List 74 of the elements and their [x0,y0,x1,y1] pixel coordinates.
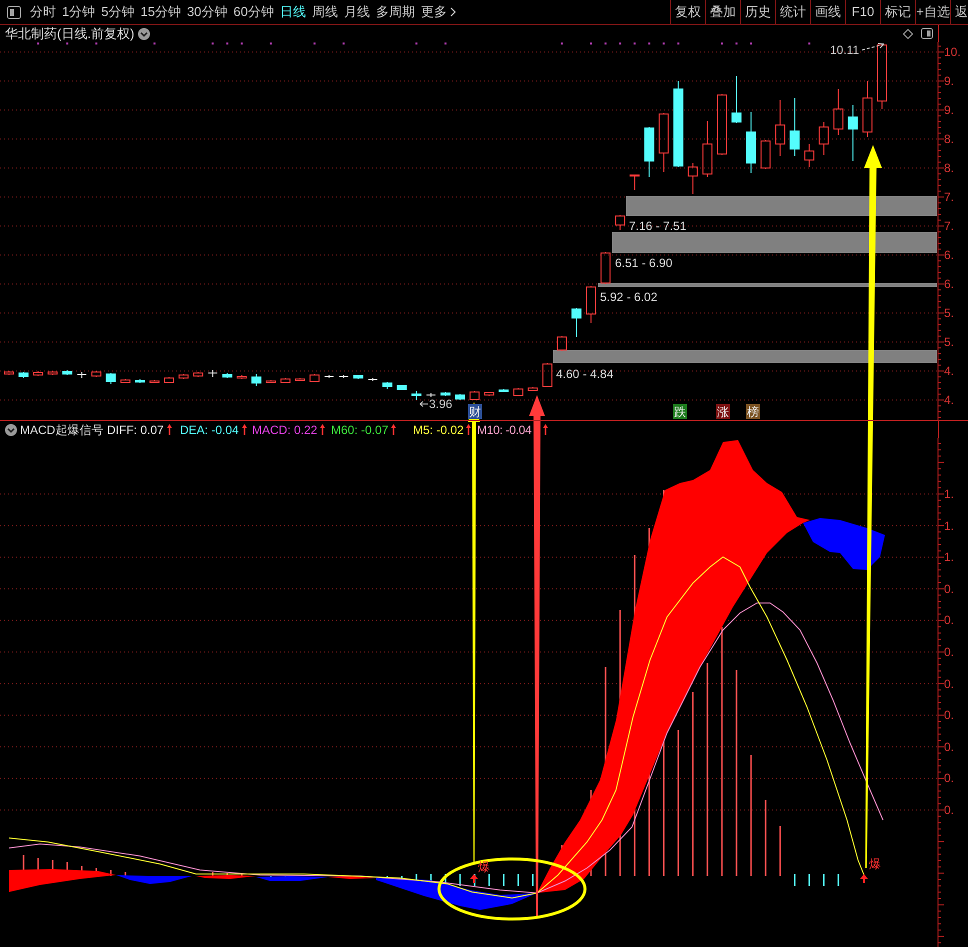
low-price-label: 3.96 [429,398,452,410]
axis-label: 8. [944,162,954,174]
toolbar-button[interactable]: F10 [845,0,880,24]
axis-label: 7. [944,220,954,232]
panel-toggle-icon[interactable] [921,28,933,39]
axis-label: 0. [944,678,954,690]
axis-label: 0. [944,709,954,722]
toolbar-button[interactable]: 返 [950,0,968,24]
up-arrow-icon [470,874,478,883]
chart-tag[interactable]: 涨 [716,404,730,419]
axis-label: 0. [944,740,954,753]
axis-label: 1. [944,520,954,532]
toolbar-button[interactable]: 复权 [670,0,705,24]
period-tab[interactable]: 月线 [340,0,373,24]
axis-label: 6. [944,278,954,290]
period-tab[interactable]: 5分钟 [98,0,138,24]
axis-label: 1. [944,488,954,500]
axis-label: 1. [944,551,954,564]
axis-label: 5. [944,307,954,319]
axis-label: 4. [944,365,954,377]
toolbar-button[interactable]: 画线 [810,0,845,24]
toolbar-button[interactable]: 历史 [740,0,775,24]
toolbar-button[interactable]: 标记 [880,0,915,24]
indicator-value: M5: -0.02 [413,422,464,436]
axis-label: 5. [944,336,954,348]
period-tab[interactable]: 日线 [276,0,309,24]
indicator-value: DIFF: 0.07 [107,422,164,436]
high-price-label: 10.11 [830,44,860,56]
toolbar-button[interactable]: 统计 [775,0,810,24]
axis-label: 0. [944,614,954,626]
signal-label: 爆 [478,861,490,874]
diamond-icon[interactable] [903,28,913,38]
period-tab[interactable]: 15分钟 [137,0,184,24]
leader-arrow [420,401,428,407]
period-tab[interactable]: 多周期 [372,0,418,24]
axis-label: 4. [944,394,954,406]
indicator-value: M60: -0.07 [331,422,388,436]
chevron-right-icon [450,7,456,17]
chart-tag[interactable]: 榜 [746,404,760,419]
zone-label: 5.92 - 6.02 [600,291,658,303]
period-tab[interactable]: 分时 [27,0,59,24]
axis-label: 0. [944,772,954,784]
axis-label: 9. [944,75,954,87]
axis-label: 0. [944,804,954,816]
axis-label: 8. [944,133,954,145]
indicator-name: MACD起爆信号 [20,422,104,436]
axis-label: 0. [944,646,954,658]
indicator-value: DEA: -0.04 [180,422,239,436]
signal-label: 爆 [869,858,881,871]
axis-label: 7. [944,191,954,203]
axis-label: 10. [944,46,961,58]
period-tab[interactable]: 更多 [418,0,459,24]
zone-label: 7.16 - 7.51 [629,220,686,232]
axis-label: 9. [944,104,954,116]
indicator-value: M10: -0.04 [477,422,532,436]
period-tab[interactable]: 周线 [308,0,341,24]
chart-tag[interactable]: 财 [468,404,482,419]
up-arrow-icon [860,874,868,883]
period-tab[interactable]: 60分钟 [230,0,277,24]
sidebar-toggle-icon[interactable] [6,6,20,18]
zone-label: 4.60 - 4.84 [556,368,614,380]
dropdown-icon[interactable] [5,424,17,436]
leader-arrow [862,43,884,50]
zone-label: 6.51 - 6.90 [615,257,672,269]
period-tab[interactable]: 1分钟 [59,0,98,24]
axis-label: 0. [944,582,954,595]
indicator-value: MACD: 0.22 [252,422,318,436]
toolbar-button[interactable]: +自选 [915,0,950,24]
toolbar-button[interactable]: 叠加 [705,0,740,24]
period-tab[interactable]: 30分钟 [184,0,230,24]
dropdown-icon[interactable] [138,28,150,40]
chart-tag[interactable]: 跌 [673,404,687,419]
axis-label: 6. [944,249,954,261]
chart-title: 华北制药(日线.前复权) [5,26,134,41]
